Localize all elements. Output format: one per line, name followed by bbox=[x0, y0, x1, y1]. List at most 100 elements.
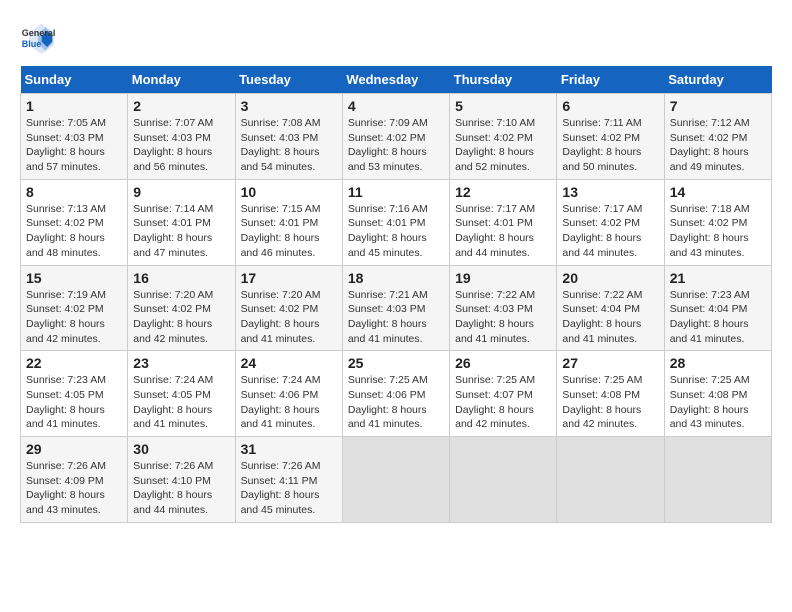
day-info: Sunrise: 7:26 AMSunset: 4:11 PMDaylight:… bbox=[241, 459, 337, 518]
day-info: Sunrise: 7:20 AMSunset: 4:02 PMDaylight:… bbox=[133, 288, 229, 347]
day-info: Sunrise: 7:10 AMSunset: 4:02 PMDaylight:… bbox=[455, 116, 551, 175]
day-number: 29 bbox=[26, 441, 122, 457]
calendar-cell: 20Sunrise: 7:22 AMSunset: 4:04 PMDayligh… bbox=[557, 265, 664, 351]
calendar-cell: 1Sunrise: 7:05 AMSunset: 4:03 PMDaylight… bbox=[21, 94, 128, 180]
day-info: Sunrise: 7:17 AMSunset: 4:02 PMDaylight:… bbox=[562, 202, 658, 261]
day-number: 7 bbox=[670, 98, 766, 114]
calendar-cell: 13 Sunrise: 7:17 AMSunset: 4:02 PMDayligh… bbox=[557, 179, 664, 265]
day-number: 12 bbox=[455, 184, 551, 200]
logo: General Blue bbox=[20, 20, 56, 56]
calendar-cell: 10Sunrise: 7:15 AMSunset: 4:01 PMDayligh… bbox=[235, 179, 342, 265]
day-number: 31 bbox=[241, 441, 337, 457]
day-number: 25 bbox=[348, 355, 444, 371]
day-info: Sunrise: 7:16 AMSunset: 4:01 PMDaylight:… bbox=[348, 202, 444, 261]
day-number: 13 bbox=[562, 184, 658, 200]
day-info: Sunrise: 7:25 AMSunset: 4:07 PMDaylight:… bbox=[455, 373, 551, 432]
calendar-week-5: 29 Sunrise: 7:26 AMSunset: 4:09 PMDayligh… bbox=[21, 437, 772, 523]
calendar-cell: 28 Sunrise: 7:25 AMSunset: 4:08 PMDayligh… bbox=[664, 351, 771, 437]
day-number: 23 bbox=[133, 355, 229, 371]
day-number: 28 bbox=[670, 355, 766, 371]
calendar-cell: 25 Sunrise: 7:25 AMSunset: 4:06 PMDayligh… bbox=[342, 351, 449, 437]
day-info: Sunrise: 7:09 AMSunset: 4:02 PMDaylight:… bbox=[348, 116, 444, 175]
day-number: 27 bbox=[562, 355, 658, 371]
calendar-cell: 14Sunrise: 7:18 AMSunset: 4:02 PMDayligh… bbox=[664, 179, 771, 265]
day-info: Sunrise: 7:23 AMSunset: 4:04 PMDaylight:… bbox=[670, 288, 766, 347]
logo-icon: General Blue bbox=[20, 20, 56, 56]
day-number: 21 bbox=[670, 270, 766, 286]
day-number: 3 bbox=[241, 98, 337, 114]
calendar-cell: 4 Sunrise: 7:09 AMSunset: 4:02 PMDaylight… bbox=[342, 94, 449, 180]
calendar-cell bbox=[557, 437, 664, 523]
day-number: 15 bbox=[26, 270, 122, 286]
day-info: Sunrise: 7:17 AMSunset: 4:01 PMDaylight:… bbox=[455, 202, 551, 261]
day-info: Sunrise: 7:14 AMSunset: 4:01 PMDaylight:… bbox=[133, 202, 229, 261]
day-number: 4 bbox=[348, 98, 444, 114]
day-number: 17 bbox=[241, 270, 337, 286]
day-number: 19 bbox=[455, 270, 551, 286]
calendar-cell: 5 Sunrise: 7:10 AMSunset: 4:02 PMDaylight… bbox=[450, 94, 557, 180]
day-info: Sunrise: 7:12 AMSunset: 4:02 PMDaylight:… bbox=[670, 116, 766, 175]
calendar-week-3: 15 Sunrise: 7:19 AMSunset: 4:02 PMDayligh… bbox=[21, 265, 772, 351]
calendar-body: 1Sunrise: 7:05 AMSunset: 4:03 PMDaylight… bbox=[21, 94, 772, 523]
calendar-cell: 3 Sunrise: 7:08 AMSunset: 4:03 PMDaylight… bbox=[235, 94, 342, 180]
day-info: Sunrise: 7:26 AMSunset: 4:09 PMDaylight:… bbox=[26, 459, 122, 518]
header-day-tuesday: Tuesday bbox=[235, 66, 342, 94]
day-info: Sunrise: 7:25 AMSunset: 4:06 PMDaylight:… bbox=[348, 373, 444, 432]
calendar-cell: 30Sunrise: 7:26 AMSunset: 4:10 PMDayligh… bbox=[128, 437, 235, 523]
calendar-cell: 19 Sunrise: 7:22 AMSunset: 4:03 PMDayligh… bbox=[450, 265, 557, 351]
day-number: 2 bbox=[133, 98, 229, 114]
calendar-table: SundayMondayTuesdayWednesdayThursdayFrid… bbox=[20, 66, 772, 523]
calendar-cell: 17 Sunrise: 7:20 AMSunset: 4:02 PMDayligh… bbox=[235, 265, 342, 351]
day-number: 8 bbox=[26, 184, 122, 200]
day-info: Sunrise: 7:24 AMSunset: 4:05 PMDaylight:… bbox=[133, 373, 229, 432]
calendar-cell: 11 Sunrise: 7:16 AMSunset: 4:01 PMDayligh… bbox=[342, 179, 449, 265]
day-info: Sunrise: 7:23 AMSunset: 4:05 PMDaylight:… bbox=[26, 373, 122, 432]
header-day-wednesday: Wednesday bbox=[342, 66, 449, 94]
calendar-cell: 24 Sunrise: 7:24 AMSunset: 4:06 PMDayligh… bbox=[235, 351, 342, 437]
calendar-cell: 21 Sunrise: 7:23 AMSunset: 4:04 PMDayligh… bbox=[664, 265, 771, 351]
day-info: Sunrise: 7:22 AMSunset: 4:03 PMDaylight:… bbox=[455, 288, 551, 347]
header-day-friday: Friday bbox=[557, 66, 664, 94]
calendar-cell: 22 Sunrise: 7:23 AMSunset: 4:05 PMDayligh… bbox=[21, 351, 128, 437]
day-info: Sunrise: 7:21 AMSunset: 4:03 PMDaylight:… bbox=[348, 288, 444, 347]
svg-text:General: General bbox=[22, 28, 56, 38]
calendar-cell bbox=[450, 437, 557, 523]
day-info: Sunrise: 7:22 AMSunset: 4:04 PMDaylight:… bbox=[562, 288, 658, 347]
calendar-cell: 7 Sunrise: 7:12 AMSunset: 4:02 PMDaylight… bbox=[664, 94, 771, 180]
calendar-week-2: 8 Sunrise: 7:13 AMSunset: 4:02 PMDaylight… bbox=[21, 179, 772, 265]
calendar-cell: 18 Sunrise: 7:21 AMSunset: 4:03 PMDayligh… bbox=[342, 265, 449, 351]
day-info: Sunrise: 7:08 AMSunset: 4:03 PMDaylight:… bbox=[241, 116, 337, 175]
day-info: Sunrise: 7:07 AMSunset: 4:03 PMDaylight:… bbox=[133, 116, 229, 175]
calendar-cell: 12 Sunrise: 7:17 AMSunset: 4:01 PMDayligh… bbox=[450, 179, 557, 265]
day-info: Sunrise: 7:20 AMSunset: 4:02 PMDaylight:… bbox=[241, 288, 337, 347]
day-info: Sunrise: 7:18 AMSunset: 4:02 PMDaylight:… bbox=[670, 202, 766, 261]
svg-text:Blue: Blue bbox=[22, 39, 42, 49]
calendar-header-row: SundayMondayTuesdayWednesdayThursdayFrid… bbox=[21, 66, 772, 94]
calendar-cell: 26 Sunrise: 7:25 AMSunset: 4:07 PMDayligh… bbox=[450, 351, 557, 437]
day-number: 9 bbox=[133, 184, 229, 200]
day-info: Sunrise: 7:25 AMSunset: 4:08 PMDaylight:… bbox=[562, 373, 658, 432]
calendar-cell: 27 Sunrise: 7:25 AMSunset: 4:08 PMDayligh… bbox=[557, 351, 664, 437]
page-header: General Blue bbox=[20, 20, 772, 56]
day-info: Sunrise: 7:19 AMSunset: 4:02 PMDaylight:… bbox=[26, 288, 122, 347]
day-number: 16 bbox=[133, 270, 229, 286]
day-number: 26 bbox=[455, 355, 551, 371]
day-info: Sunrise: 7:05 AMSunset: 4:03 PMDaylight:… bbox=[26, 116, 122, 175]
day-number: 22 bbox=[26, 355, 122, 371]
calendar-cell bbox=[664, 437, 771, 523]
day-number: 10 bbox=[241, 184, 337, 200]
header-day-sunday: Sunday bbox=[21, 66, 128, 94]
day-number: 5 bbox=[455, 98, 551, 114]
header-day-thursday: Thursday bbox=[450, 66, 557, 94]
day-info: Sunrise: 7:25 AMSunset: 4:08 PMDaylight:… bbox=[670, 373, 766, 432]
day-info: Sunrise: 7:24 AMSunset: 4:06 PMDaylight:… bbox=[241, 373, 337, 432]
day-number: 11 bbox=[348, 184, 444, 200]
calendar-cell: 6Sunrise: 7:11 AMSunset: 4:02 PMDaylight… bbox=[557, 94, 664, 180]
calendar-week-4: 22 Sunrise: 7:23 AMSunset: 4:05 PMDayligh… bbox=[21, 351, 772, 437]
calendar-cell: 8 Sunrise: 7:13 AMSunset: 4:02 PMDaylight… bbox=[21, 179, 128, 265]
day-number: 24 bbox=[241, 355, 337, 371]
day-number: 18 bbox=[348, 270, 444, 286]
day-info: Sunrise: 7:26 AMSunset: 4:10 PMDaylight:… bbox=[133, 459, 229, 518]
calendar-cell bbox=[342, 437, 449, 523]
day-info: Sunrise: 7:13 AMSunset: 4:02 PMDaylight:… bbox=[26, 202, 122, 261]
